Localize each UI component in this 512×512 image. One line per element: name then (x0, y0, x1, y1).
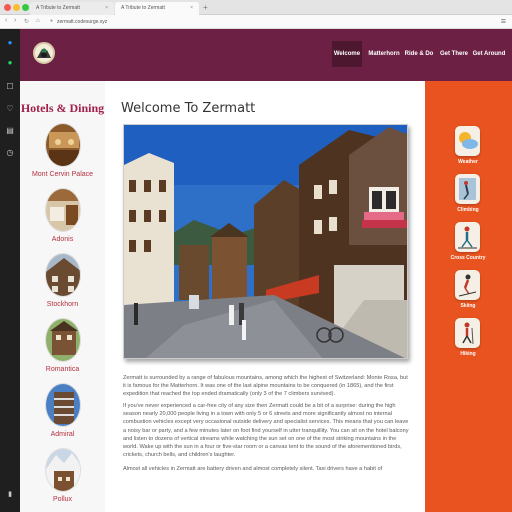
activity-label[interactable]: Weather (443, 159, 493, 165)
history-icon[interactable]: ◷ (4, 147, 16, 159)
new-tab-icon[interactable]: + (203, 3, 208, 12)
hotel-item[interactable]: Stockhorn (20, 253, 105, 315)
hotel-thumbnail[interactable] (45, 383, 81, 427)
address-bar: ‹ › ↻ ⌂ ● zermatt.codesurge.xyz ≡ (0, 15, 512, 29)
hotel-item[interactable]: Romantica (20, 318, 105, 380)
url-field[interactable]: zermatt.codesurge.xyz (57, 17, 437, 27)
panel-toggle-icon[interactable]: ▮ (4, 489, 16, 501)
tab-label: A Tribute to Zermatt (121, 5, 165, 11)
minimize-window-button[interactable] (13, 4, 20, 11)
nav-ride-do[interactable]: Ride & Do (404, 41, 434, 67)
zermatt-street-photo (123, 124, 408, 359)
hotels-sidebar: Hotels & Dining Mont Cervin Palace Adoni… (20, 81, 105, 512)
tab-label: A Tribute to Zermatt (36, 5, 80, 11)
back-icon[interactable]: ‹ (5, 17, 7, 24)
main-content: Welcome To Zermatt Zermatt is surrounded… (105, 81, 425, 512)
bookmarks-icon[interactable]: ☐ (4, 81, 16, 93)
nav-welcome[interactable]: Welcome (332, 41, 362, 67)
hotel-item[interactable]: Pollux (20, 448, 105, 510)
car-free-paragraph: If you've never experienced a car-free c… (123, 403, 409, 459)
hotel-thumbnail[interactable] (45, 448, 81, 492)
activity-cross-country[interactable]: Cross Country (451, 222, 485, 268)
forward-icon[interactable]: › (14, 17, 16, 24)
maximize-window-button[interactable] (22, 4, 29, 11)
skiing-icon[interactable] (455, 270, 480, 300)
close-tab-icon[interactable]: × (105, 5, 108, 11)
hotel-name[interactable]: Stockhorn (20, 301, 105, 308)
site-header: Welcome Matterhorn Ride & Do Get There G… (20, 29, 512, 81)
nav-get-there[interactable]: Get There (437, 41, 471, 67)
activities-sidebar: Weather Climbing Cross Country Skiing Hi… (425, 81, 512, 512)
hotel-item[interactable]: Mont Cervin Palace (20, 123, 105, 185)
activity-label[interactable]: Skiing (443, 303, 493, 309)
hotel-item[interactable]: Admiral (20, 383, 105, 445)
page-title: Welcome To Zermatt (121, 101, 256, 116)
hiking-icon[interactable] (455, 318, 480, 348)
close-window-button[interactable] (4, 4, 11, 11)
favorites-icon[interactable]: ♡ (4, 103, 16, 115)
notes-icon[interactable]: ▤ (4, 125, 16, 137)
browser-tab-active[interactable]: × A Tribute to Zermatt (115, 2, 199, 15)
hotel-name[interactable]: Admiral (20, 431, 105, 438)
hotel-name[interactable]: Pollux (20, 496, 105, 503)
browser-menu-icon[interactable]: ≡ (501, 16, 506, 26)
browser-tab[interactable]: × A Tribute to Zermatt (30, 2, 114, 15)
hotel-thumbnail[interactable] (45, 253, 81, 297)
close-tab-icon[interactable]: × (190, 5, 193, 11)
reload-icon[interactable]: ↻ (24, 18, 29, 25)
activity-label[interactable]: Hiking (443, 351, 493, 357)
home-icon[interactable]: ⌂ (36, 18, 40, 24)
activity-skiing[interactable]: Skiing (451, 270, 485, 316)
hotel-thumbnail[interactable] (45, 318, 81, 362)
web-page: Welcome Matterhorn Ride & Do Get There G… (20, 29, 512, 512)
hotel-name[interactable]: Romantica (20, 366, 105, 373)
hotel-thumbnail[interactable] (45, 188, 81, 232)
cross-country-icon[interactable] (455, 222, 480, 252)
hotel-name[interactable]: Adonis (20, 236, 105, 243)
browser-sidebar: ● ● ☐ ♡ ▤ ◷ ▮ (0, 29, 20, 512)
activity-weather[interactable]: Weather (451, 126, 485, 172)
activity-label[interactable]: Cross Country (443, 255, 493, 261)
activity-hiking[interactable]: Hiking (451, 318, 485, 364)
weather-icon[interactable] (455, 126, 480, 156)
whatsapp-icon[interactable]: ● (4, 57, 16, 69)
intro-paragraph: Zermatt is surrounded by a range of fabu… (123, 375, 408, 398)
nav-matterhorn[interactable]: Matterhorn (365, 41, 403, 67)
activity-label[interactable]: Climbing (443, 207, 493, 213)
hotel-name[interactable]: Mont Cervin Palace (20, 171, 105, 178)
nav-get-around[interactable]: Get Around (471, 41, 507, 67)
hotel-item[interactable]: Adonis (20, 188, 105, 250)
hotels-heading: Hotels & Dining (20, 101, 105, 115)
tab-bar: × A Tribute to Zermatt × A Tribute to Ze… (0, 0, 512, 15)
hotel-thumbnail[interactable] (45, 123, 81, 167)
site-logo[interactable] (33, 42, 55, 64)
vehicles-paragraph: Almost all vehicles in Zermatt are batte… (123, 466, 383, 472)
messenger-icon[interactable]: ● (4, 37, 16, 49)
climbing-icon[interactable] (455, 174, 480, 204)
browser-window: × A Tribute to Zermatt × A Tribute to Ze… (0, 0, 512, 512)
activity-climbing[interactable]: Climbing (451, 174, 485, 220)
lock-icon: ● (50, 18, 54, 24)
